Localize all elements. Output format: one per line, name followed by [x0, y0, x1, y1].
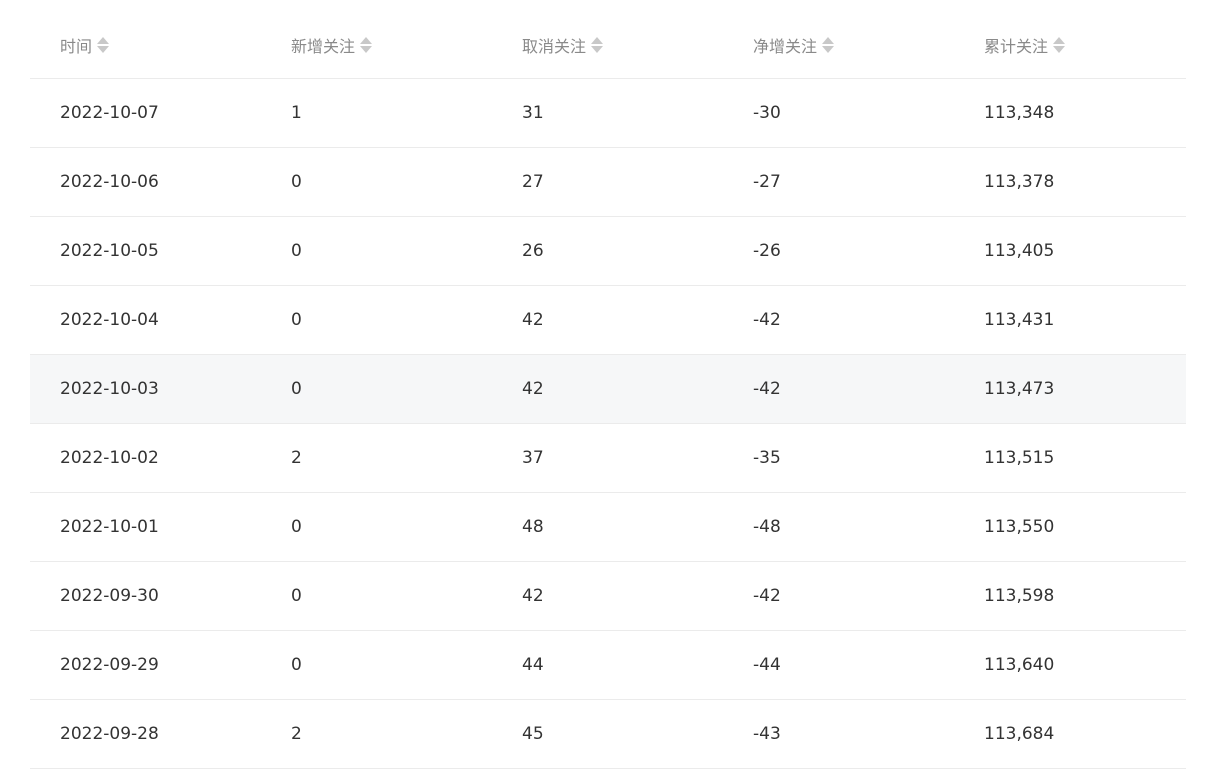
cell-net-followers: -48 [723, 492, 954, 562]
sort-toggle-unfollows[interactable]: 取消关注 [522, 33, 604, 57]
cell-total-followers: 113,598 [954, 561, 1186, 631]
sort-icon[interactable] [1053, 37, 1066, 53]
cell-new-followers: 0 [261, 630, 492, 700]
cell-net-followers: -35 [723, 423, 954, 493]
followers-stats-table: 时间 新增关注 取消关注 净增关注 累计关注 2022-10-07 1 31 -… [30, 12, 1186, 769]
cell-unfollows: 45 [492, 699, 723, 769]
sort-icon[interactable] [97, 37, 110, 53]
cell-date: 2022-10-02 [30, 423, 261, 493]
table-row: 2022-09-28 2 45 -43 113,684 [30, 699, 1186, 769]
cell-total-followers: 113,431 [954, 285, 1186, 355]
cell-net-followers: -42 [723, 354, 954, 424]
sort-toggle-total-followers[interactable]: 累计关注 [984, 33, 1066, 57]
cell-unfollows: 26 [492, 216, 723, 286]
cell-new-followers: 0 [261, 354, 492, 424]
cell-net-followers: -44 [723, 630, 954, 700]
cell-new-followers: 0 [261, 492, 492, 562]
cell-total-followers: 113,405 [954, 216, 1186, 286]
cell-date: 2022-09-29 [30, 630, 261, 700]
column-label-total-followers: 累计关注 [984, 37, 1049, 56]
table-header: 时间 新增关注 取消关注 净增关注 累计关注 [30, 12, 1186, 79]
column-header-net-followers[interactable]: 净增关注 [723, 12, 954, 79]
cell-total-followers: 113,640 [954, 630, 1186, 700]
column-header-date[interactable]: 时间 [30, 12, 261, 79]
cell-date: 2022-09-30 [30, 561, 261, 631]
column-header-total-followers[interactable]: 累计关注 [954, 12, 1186, 79]
table-row: 2022-10-02 2 37 -35 113,515 [30, 423, 1186, 493]
cell-total-followers: 113,348 [954, 78, 1186, 148]
cell-total-followers: 113,378 [954, 147, 1186, 217]
cell-unfollows: 31 [492, 78, 723, 148]
column-header-new-followers[interactable]: 新增关注 [261, 12, 492, 79]
table-body: 2022-10-07 1 31 -30 113,348 2022-10-06 0… [30, 78, 1186, 769]
cell-date: 2022-10-03 [30, 354, 261, 424]
table-row: 2022-09-30 0 42 -42 113,598 [30, 561, 1186, 631]
cell-new-followers: 0 [261, 216, 492, 286]
header-row: 时间 新增关注 取消关注 净增关注 累计关注 [30, 12, 1186, 79]
sort-toggle-net-followers[interactable]: 净增关注 [753, 33, 835, 57]
column-label-unfollows: 取消关注 [522, 37, 587, 56]
cell-new-followers: 0 [261, 147, 492, 217]
cell-unfollows: 27 [492, 147, 723, 217]
sort-icon[interactable] [360, 37, 373, 53]
cell-date: 2022-09-28 [30, 699, 261, 769]
cell-date: 2022-10-04 [30, 285, 261, 355]
cell-net-followers: -42 [723, 561, 954, 631]
sort-icon[interactable] [591, 37, 604, 53]
cell-net-followers: -27 [723, 147, 954, 217]
cell-net-followers: -43 [723, 699, 954, 769]
table-row: 2022-09-29 0 44 -44 113,640 [30, 630, 1186, 700]
cell-unfollows: 42 [492, 561, 723, 631]
sort-toggle-new-followers[interactable]: 新增关注 [291, 33, 373, 57]
sort-icon[interactable] [822, 37, 835, 53]
cell-new-followers: 0 [261, 561, 492, 631]
cell-net-followers: -26 [723, 216, 954, 286]
table-row-highlighted: 2022-10-03 0 42 -42 113,473 [30, 354, 1186, 424]
cell-unfollows: 37 [492, 423, 723, 493]
cell-date: 2022-10-01 [30, 492, 261, 562]
cell-new-followers: 0 [261, 285, 492, 355]
cell-unfollows: 48 [492, 492, 723, 562]
table-row: 2022-10-04 0 42 -42 113,431 [30, 285, 1186, 355]
table-row: 2022-10-07 1 31 -30 113,348 [30, 78, 1186, 148]
cell-unfollows: 42 [492, 285, 723, 355]
cell-net-followers: -42 [723, 285, 954, 355]
column-label-new-followers: 新增关注 [291, 37, 356, 56]
cell-unfollows: 44 [492, 630, 723, 700]
cell-total-followers: 113,550 [954, 492, 1186, 562]
cell-unfollows: 42 [492, 354, 723, 424]
cell-net-followers: -30 [723, 78, 954, 148]
cell-new-followers: 2 [261, 699, 492, 769]
cell-total-followers: 113,515 [954, 423, 1186, 493]
sort-toggle-date[interactable]: 时间 [60, 33, 110, 57]
cell-date: 2022-10-06 [30, 147, 261, 217]
cell-date: 2022-10-07 [30, 78, 261, 148]
cell-new-followers: 2 [261, 423, 492, 493]
column-label-date: 时间 [60, 37, 93, 56]
table-row: 2022-10-05 0 26 -26 113,405 [30, 216, 1186, 286]
table-row: 2022-10-06 0 27 -27 113,378 [30, 147, 1186, 217]
column-label-net-followers: 净增关注 [753, 37, 818, 56]
cell-date: 2022-10-05 [30, 216, 261, 286]
table-row: 2022-10-01 0 48 -48 113,550 [30, 492, 1186, 562]
followers-stats-table-container: 时间 新增关注 取消关注 净增关注 累计关注 2022-10-07 1 31 -… [30, 12, 1186, 769]
column-header-unfollows[interactable]: 取消关注 [492, 12, 723, 79]
cell-new-followers: 1 [261, 78, 492, 148]
cell-total-followers: 113,473 [954, 354, 1186, 424]
cell-total-followers: 113,684 [954, 699, 1186, 769]
